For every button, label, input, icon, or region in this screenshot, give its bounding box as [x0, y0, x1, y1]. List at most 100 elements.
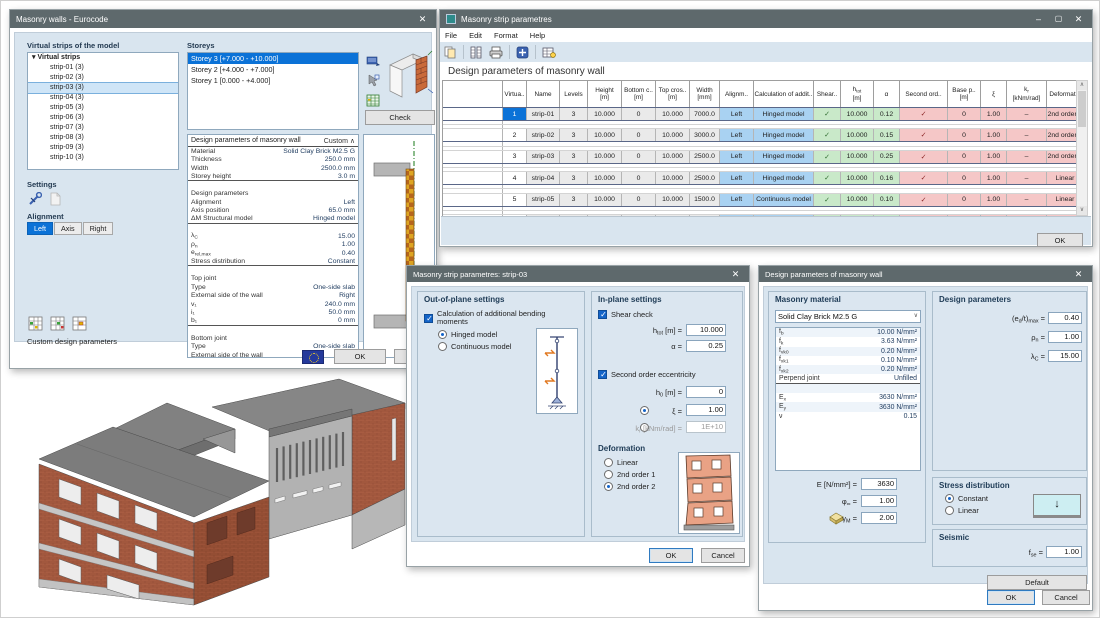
second-order-checkbox[interactable]: Second order eccentricity	[598, 370, 696, 379]
prop-section-row[interactable]: Design parameters	[188, 190, 358, 199]
storey-item-1[interactable]: Storey 1 [0.000 - +4.000]	[188, 75, 358, 86]
radio-selected-icon[interactable]	[945, 494, 954, 503]
settings-tools-icon[interactable]	[27, 191, 43, 207]
cell-htot[interactable]: 10.000	[841, 108, 874, 120]
cell-width[interactable]: 3000.0	[690, 129, 720, 141]
cell-calculation[interactable]: Hinged model	[754, 151, 814, 163]
cell-name[interactable]: strip-03	[527, 151, 560, 163]
tree-item-strip-09[interactable]: strip-09 (3)	[28, 143, 178, 153]
cell-alignment[interactable]: Left	[720, 194, 754, 206]
cell-alpha[interactable]: 0.16	[874, 172, 900, 184]
cell-calculation[interactable]: Hinged model	[754, 172, 814, 184]
cell-height[interactable]: 10.000	[588, 172, 622, 184]
prop-row[interactable]: AlignmentLeft	[188, 198, 358, 207]
strip-dialog-titlebar[interactable]: Masonry strip parametres: strip-03 ✕	[407, 266, 749, 282]
tree-item-strip-10[interactable]: strip-10 (3)	[28, 153, 178, 163]
radio-icon[interactable]	[604, 470, 613, 479]
virtual-strips-tree[interactable]: ▾ Virtual stripsstrip-01 (3)strip-02 (3)…	[27, 52, 179, 170]
minimize-icon[interactable]: –	[1031, 12, 1046, 26]
prop-grid-header[interactable]: Design parameters of masonry wall Custom…	[188, 135, 358, 147]
close-icon[interactable]: ✕	[1071, 267, 1086, 281]
calc-bending-checkbox[interactable]: Calculation of additional bending moment…	[424, 310, 577, 326]
cell-height[interactable]: 10.000	[588, 151, 622, 163]
cell-kr[interactable]: –	[1007, 194, 1047, 206]
cell-top-cross[interactable]: 10.000	[656, 129, 690, 141]
cell-xi[interactable]: 1.00	[981, 172, 1007, 184]
cell-calculation[interactable]: Continuous model	[754, 194, 814, 206]
cell-virtual[interactable]: 4	[503, 172, 527, 184]
prop-row[interactable]: MaterialSolid Clay Brick M2.5 G	[188, 147, 358, 156]
vertical-scrollbar[interactable]: ∧ ∨	[1076, 80, 1088, 216]
cell-alignment[interactable]: Left	[720, 151, 754, 163]
cell-levels[interactable]: 3	[560, 151, 588, 163]
cell-second-order[interactable]: ✓	[900, 194, 948, 206]
cell-width[interactable]: 2500.0	[690, 151, 720, 163]
close-icon[interactable]: ✕	[728, 267, 743, 281]
tree-item-strip-07[interactable]: strip-07 (3)	[28, 123, 178, 133]
cell-xi[interactable]: 1.00	[981, 108, 1007, 120]
scroll-up-icon[interactable]: ∧	[1077, 81, 1087, 90]
maximize-icon[interactable]: ▢	[1051, 12, 1066, 26]
fse-field[interactable]: 1.00	[1046, 546, 1082, 558]
prop-row[interactable]: Storey height3.0 m	[188, 173, 358, 182]
prop-row[interactable]: External side of the wallRight	[188, 292, 358, 301]
cell-levels[interactable]: 3	[560, 129, 588, 141]
menu-item-help[interactable]: Help	[530, 31, 545, 40]
column-header-xi[interactable]: ξ	[981, 81, 1007, 107]
tree-item-strip-03[interactable]: strip-03 (3)	[28, 83, 178, 93]
cell-levels[interactable]: 3	[560, 108, 588, 120]
cell-shear[interactable]: ✓	[814, 129, 841, 141]
cell-rowsel[interactable]	[443, 129, 503, 141]
column-header-rowsel[interactable]	[443, 81, 503, 107]
checkbox-checked-icon[interactable]	[598, 310, 607, 319]
menu-item-file[interactable]: File	[445, 31, 457, 40]
cell-kr[interactable]: –	[1007, 172, 1047, 184]
cell-xi[interactable]: 1.00	[981, 194, 1007, 206]
cell-second-order[interactable]: ✓	[900, 151, 948, 163]
close-icon[interactable]: ✕	[415, 12, 430, 26]
cell-alignment[interactable]: Left	[720, 108, 754, 120]
cell-kr[interactable]: –	[1007, 108, 1047, 120]
cell-alpha[interactable]: 0.12	[874, 108, 900, 120]
table-row-strip-02[interactable]: 2strip-02310.000010.0003000.0LeftHinged …	[443, 129, 1084, 142]
ok-button[interactable]: OK	[649, 548, 693, 563]
shear-check-checkbox[interactable]: Shear check	[598, 310, 653, 319]
cell-name[interactable]: strip-05	[527, 194, 560, 206]
custom-table-icon-2[interactable]	[49, 315, 65, 331]
radio-icon[interactable]	[945, 506, 954, 515]
cell-htot[interactable]: 10.000	[841, 129, 874, 141]
cancel-button[interactable]: Cancel	[701, 548, 745, 563]
ed-t-max-field[interactable]: 0.40	[1048, 312, 1082, 324]
column-header-base-p[interactable]: Base p..[m]	[948, 81, 981, 107]
rho-n-field[interactable]: 1.00	[1048, 331, 1082, 343]
cell-width[interactable]: 1500.0	[690, 194, 720, 206]
cell-height[interactable]: 10.000	[588, 129, 622, 141]
prop-section-row[interactable]: Bottom joint	[188, 334, 358, 343]
prop-row[interactable]: TypeOne-side slab	[188, 343, 358, 352]
radio-icon[interactable]	[438, 342, 447, 351]
cell-height[interactable]: 10.000	[588, 194, 622, 206]
table-row-strip-04[interactable]: 4strip-04310.000010.0002500.0LeftHinged …	[443, 172, 1084, 185]
table-row-strip-03[interactable]: 3strip-03310.000010.0002500.0LeftHinged …	[443, 151, 1084, 164]
column-header-height[interactable]: Height[m]	[588, 81, 622, 107]
prop-row[interactable]: v₁240.0 mm	[188, 300, 358, 309]
collapse-icon[interactable]: ∧	[350, 138, 355, 145]
tree-item-strip-02[interactable]: strip-02 (3)	[28, 73, 178, 83]
cell-virtual[interactable]: 1	[503, 108, 527, 120]
cell-second-order[interactable]: ✓	[900, 129, 948, 141]
cell-kr[interactable]: –	[1007, 151, 1047, 163]
cell-alignment[interactable]: Left	[720, 129, 754, 141]
prop-row[interactable]: Width2500.0 mm	[188, 164, 358, 173]
column-header-shear[interactable]: Shear..	[814, 81, 841, 107]
column-header-top-cross[interactable]: Top cros..[m]	[656, 81, 690, 107]
table-row-strip-01[interactable]: 1strip-01310.000010.0007000.0LeftHinged …	[443, 108, 1084, 121]
cell-width[interactable]: 2500.0	[690, 172, 720, 184]
cell-alpha[interactable]: 0.15	[874, 129, 900, 141]
lambda-c-field[interactable]: 15.00	[1048, 350, 1082, 362]
scrollbar-thumb[interactable]	[1078, 91, 1086, 127]
cell-rowsel[interactable]	[443, 172, 503, 184]
parameters-grid[interactable]: Virtua..NameLevelsHeight[m]Bottom c..[m]…	[442, 80, 1084, 236]
h0-field[interactable]: 0	[686, 386, 726, 398]
column-header-levels[interactable]: Levels	[560, 81, 588, 107]
cell-bottom-cross[interactable]: 0	[622, 151, 656, 163]
